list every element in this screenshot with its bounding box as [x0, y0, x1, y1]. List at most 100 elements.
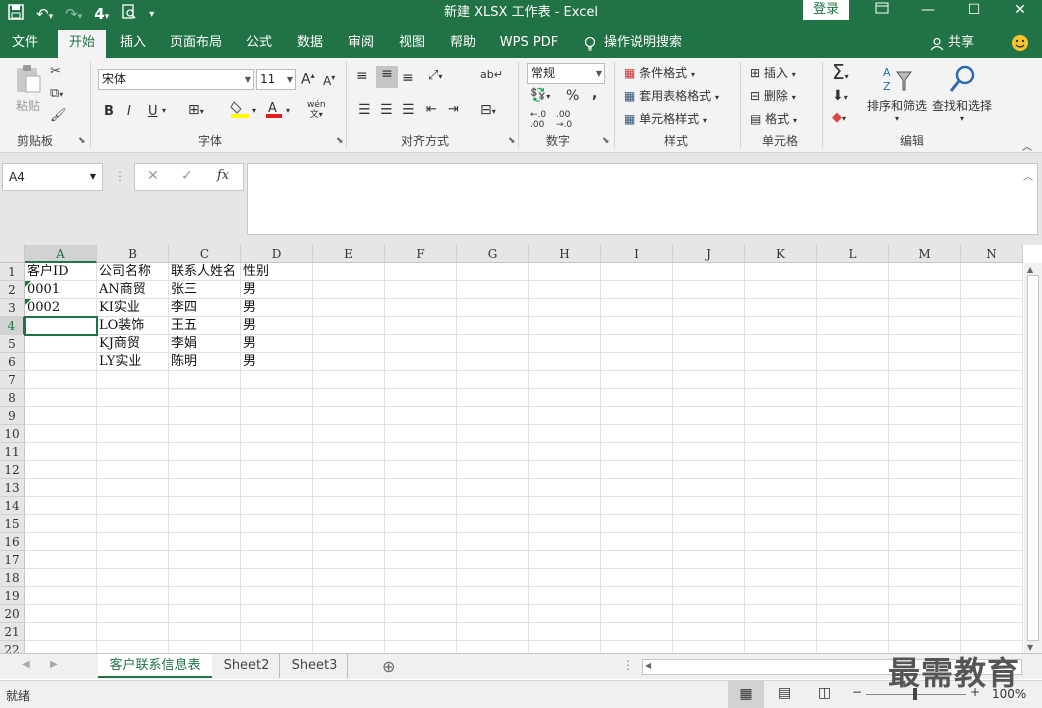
- row-header-4[interactable]: 4: [0, 317, 25, 335]
- cell-e22[interactable]: [313, 641, 385, 653]
- cell-i18[interactable]: [601, 569, 673, 587]
- cell-j7[interactable]: [673, 371, 745, 389]
- normal-view-icon[interactable]: ▦: [728, 681, 764, 708]
- cell-f5[interactable]: [385, 335, 457, 353]
- cell-k3[interactable]: [745, 299, 817, 317]
- underline-button[interactable]: U: [148, 104, 158, 119]
- font-color-icon[interactable]: A: [265, 100, 283, 121]
- align-bottom-icon[interactable]: ≡: [402, 70, 414, 86]
- cell-m2[interactable]: [889, 281, 961, 299]
- cell-g22[interactable]: [457, 641, 529, 653]
- align-top-icon[interactable]: ≡: [356, 68, 368, 84]
- cell-n13[interactable]: [961, 479, 1023, 497]
- cell-g14[interactable]: [457, 497, 529, 515]
- cell-e17[interactable]: [313, 551, 385, 569]
- cell-e1[interactable]: [313, 263, 385, 281]
- cell-k15[interactable]: [745, 515, 817, 533]
- cell-e3[interactable]: [313, 299, 385, 317]
- row-header-15[interactable]: 15: [0, 515, 25, 533]
- cell-c15[interactable]: [169, 515, 241, 533]
- cell-b2[interactable]: AN商贸: [97, 281, 169, 299]
- cell-m17[interactable]: [889, 551, 961, 569]
- currency-icon[interactable]: 💱▾: [530, 88, 550, 103]
- cell-c8[interactable]: [169, 389, 241, 407]
- new-sheet-icon[interactable]: ⊕: [382, 657, 395, 676]
- worksheet-grid[interactable]: ▲ ▼ A B C D E F G H I J K L M N 1 客户ID 公司名称 联系人姓名 性别 2 0001 A…: [0, 245, 1042, 653]
- cell-c9[interactable]: [169, 407, 241, 425]
- cell-b11[interactable]: [97, 443, 169, 461]
- cell-m21[interactable]: [889, 623, 961, 641]
- chevron-down-icon[interactable]: ▾: [252, 106, 256, 115]
- cell-b6[interactable]: LY实业: [97, 353, 169, 371]
- cell-a7[interactable]: [25, 371, 97, 389]
- cell-n3[interactable]: [961, 299, 1023, 317]
- cell-k7[interactable]: [745, 371, 817, 389]
- row-header-2[interactable]: 2: [0, 281, 25, 299]
- tab-page-layout[interactable]: 页面布局: [164, 30, 228, 58]
- cell-g19[interactable]: [457, 587, 529, 605]
- cell-m14[interactable]: [889, 497, 961, 515]
- cell-m20[interactable]: [889, 605, 961, 623]
- column-header-m[interactable]: M: [889, 245, 961, 263]
- cell-a20[interactable]: [25, 605, 97, 623]
- cell-h22[interactable]: [529, 641, 601, 653]
- cell-h11[interactable]: [529, 443, 601, 461]
- cell-k8[interactable]: [745, 389, 817, 407]
- cell-l3[interactable]: [817, 299, 889, 317]
- cell-e18[interactable]: [313, 569, 385, 587]
- font-launcher-icon[interactable]: ⬊: [336, 136, 344, 146]
- cell-k17[interactable]: [745, 551, 817, 569]
- cell-l20[interactable]: [817, 605, 889, 623]
- cell-c18[interactable]: [169, 569, 241, 587]
- cell-c16[interactable]: [169, 533, 241, 551]
- cell-l19[interactable]: [817, 587, 889, 605]
- scroll-sheets-right-icon[interactable]: ▶: [50, 659, 58, 670]
- cell-d11[interactable]: [241, 443, 313, 461]
- cell-a5[interactable]: [25, 335, 97, 353]
- border-icon[interactable]: ⊞▾: [188, 102, 204, 118]
- cell-i8[interactable]: [601, 389, 673, 407]
- split-handle-icon[interactable]: ⋮: [622, 658, 634, 672]
- cell-i10[interactable]: [601, 425, 673, 443]
- cell-n21[interactable]: [961, 623, 1023, 641]
- font-size-select[interactable]: 11 ▼: [256, 69, 296, 90]
- cell-d8[interactable]: [241, 389, 313, 407]
- row-header-21[interactable]: 21: [0, 623, 25, 641]
- row-header-6[interactable]: 6: [0, 353, 25, 371]
- cell-j9[interactable]: [673, 407, 745, 425]
- cell-e15[interactable]: [313, 515, 385, 533]
- cell-m15[interactable]: [889, 515, 961, 533]
- shrink-font-icon[interactable]: A▾: [323, 73, 335, 88]
- cell-c6[interactable]: 陈明: [169, 353, 241, 371]
- cell-n15[interactable]: [961, 515, 1023, 533]
- tab-help[interactable]: 帮助: [442, 30, 484, 58]
- cell-a1[interactable]: 客户ID: [25, 263, 97, 281]
- cell-d20[interactable]: [241, 605, 313, 623]
- cell-l1[interactable]: [817, 263, 889, 281]
- close-icon[interactable]: ✕: [1000, 0, 1040, 22]
- cell-j2[interactable]: [673, 281, 745, 299]
- page-layout-view-icon[interactable]: ▤: [778, 685, 791, 701]
- cell-k13[interactable]: [745, 479, 817, 497]
- cell-f15[interactable]: [385, 515, 457, 533]
- cell-k20[interactable]: [745, 605, 817, 623]
- cell-h14[interactable]: [529, 497, 601, 515]
- cell-i5[interactable]: [601, 335, 673, 353]
- cell-a18[interactable]: [25, 569, 97, 587]
- cell-g21[interactable]: [457, 623, 529, 641]
- cell-n1[interactable]: [961, 263, 1023, 281]
- name-box[interactable]: A4 ▼: [2, 163, 103, 191]
- cell-g20[interactable]: [457, 605, 529, 623]
- increase-decimal-icon[interactable]: ←.0.00: [530, 110, 546, 130]
- minimize-icon[interactable]: —: [908, 0, 948, 22]
- cell-d6[interactable]: 男: [241, 353, 313, 371]
- cell-c12[interactable]: [169, 461, 241, 479]
- cell-l7[interactable]: [817, 371, 889, 389]
- cell-n14[interactable]: [961, 497, 1023, 515]
- row-header-13[interactable]: 13: [0, 479, 25, 497]
- cell-f16[interactable]: [385, 533, 457, 551]
- cell-j3[interactable]: [673, 299, 745, 317]
- cell-d2[interactable]: 男: [241, 281, 313, 299]
- cell-d9[interactable]: [241, 407, 313, 425]
- cell-d17[interactable]: [241, 551, 313, 569]
